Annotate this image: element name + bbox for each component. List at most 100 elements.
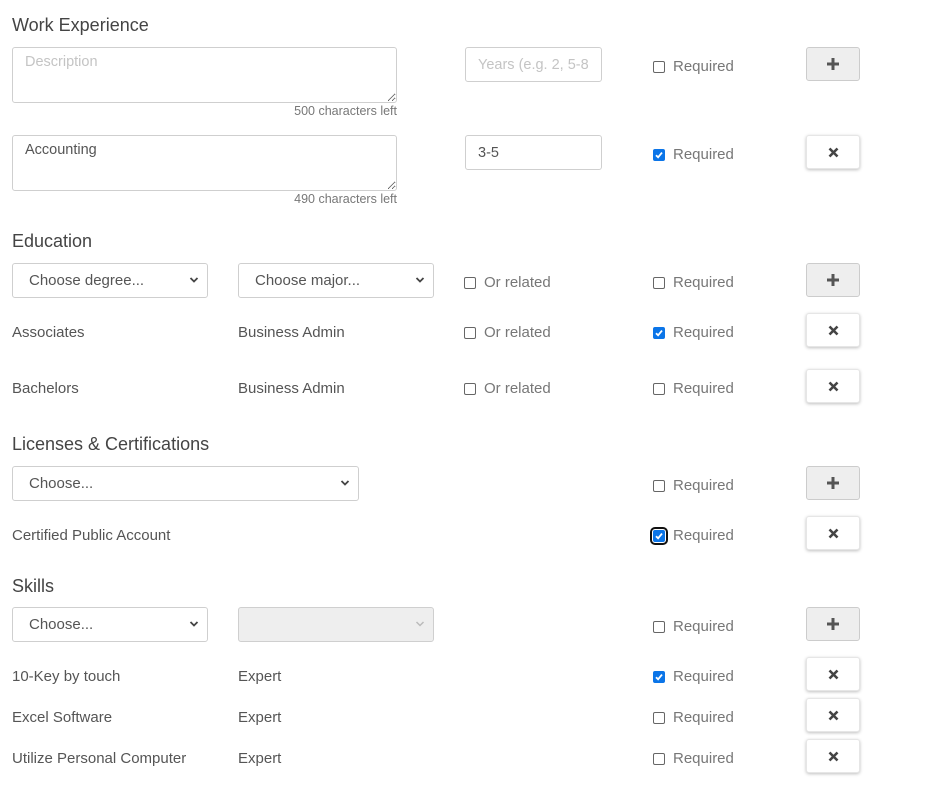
plus-icon [827, 477, 839, 489]
char-counter: 500 characters left [294, 104, 397, 118]
checkbox[interactable] [653, 60, 665, 73]
add-license-button[interactable] [806, 466, 860, 500]
license-required-checkbox-new[interactable]: Required [653, 477, 734, 494]
section-title-education: Education [12, 231, 93, 251]
checkbox-label: Or related [484, 324, 551, 341]
add-work-experience-button[interactable] [806, 47, 860, 81]
work-required-checkbox[interactable]: Required [653, 146, 734, 163]
license-required-checkbox[interactable]: Required [650, 526, 734, 545]
checkbox[interactable] [653, 752, 665, 765]
checkbox[interactable] [653, 382, 665, 395]
checkbox-label: Required [673, 527, 734, 544]
skill-level-select [238, 607, 434, 642]
select-value: Choose major... [255, 272, 361, 289]
plus-icon [827, 58, 839, 70]
chevron-down-icon [415, 621, 425, 627]
checkbox[interactable] [653, 326, 665, 339]
skill-required-checkbox-new[interactable]: Required [653, 618, 734, 635]
add-skill-button[interactable] [806, 607, 860, 641]
close-icon [828, 528, 838, 538]
checkbox[interactable] [653, 276, 665, 289]
checkbox-label: Required [673, 380, 734, 397]
major-name: Business Admin [238, 380, 345, 397]
skill-select[interactable]: Choose... [12, 607, 208, 642]
section-title-work-experience: Work Experience [12, 15, 149, 35]
license-name: Certified Public Account [12, 527, 171, 544]
add-education-button[interactable] [806, 263, 860, 297]
checkbox[interactable] [464, 326, 476, 339]
checkbox-label: Or related [484, 274, 551, 291]
checkbox[interactable] [650, 526, 668, 545]
checkbox-label: Required [673, 274, 734, 291]
checkbox-label: Required [673, 477, 734, 494]
close-icon [828, 147, 838, 157]
select-value: Choose degree... [29, 272, 145, 289]
remove-skill-button[interactable] [806, 657, 860, 691]
check-icon [655, 532, 663, 540]
remove-education-button[interactable] [806, 369, 860, 403]
skill-level: Expert [238, 709, 282, 726]
work-description-input[interactable] [12, 135, 397, 191]
remove-education-button[interactable] [806, 313, 860, 347]
plus-icon [827, 274, 839, 286]
education-required-checkbox[interactable]: Required [653, 380, 734, 397]
skill-name: Utilize Personal Computer [12, 750, 187, 767]
close-icon [828, 381, 838, 391]
checkbox[interactable] [653, 711, 665, 724]
chevron-down-icon [415, 277, 425, 283]
section-title-skills: Skills [12, 576, 55, 596]
major-select[interactable]: Choose major... [238, 263, 434, 298]
checkbox-label: Required [673, 618, 734, 635]
remove-work-experience-button[interactable] [806, 135, 860, 169]
close-icon [828, 325, 838, 335]
education-required-checkbox-new[interactable]: Required [653, 274, 734, 291]
or-related-checkbox-new[interactable]: Or related [464, 274, 551, 291]
work-years-input[interactable] [465, 135, 602, 170]
skill-required-checkbox[interactable]: Required [653, 750, 734, 767]
checkbox-label: Required [673, 58, 734, 75]
major-name: Business Admin [238, 324, 345, 341]
char-counter: 490 characters left [294, 192, 397, 206]
degree-name: Bachelors [12, 380, 79, 397]
remove-license-button[interactable] [806, 516, 860, 550]
skill-required-checkbox[interactable]: Required [653, 709, 734, 726]
remove-skill-button[interactable] [806, 739, 860, 773]
close-icon [828, 669, 838, 679]
chevron-down-icon [189, 277, 199, 283]
check-icon [655, 673, 663, 681]
checkbox-label: Required [673, 324, 734, 341]
remove-skill-button[interactable] [806, 698, 860, 732]
degree-select[interactable]: Choose degree... [12, 263, 208, 298]
checkbox[interactable] [464, 276, 476, 289]
skill-name: Excel Software [12, 709, 113, 726]
degree-name: Associates [12, 324, 85, 341]
education-required-checkbox[interactable]: Required [653, 324, 734, 341]
or-related-checkbox[interactable]: Or related [464, 380, 551, 397]
checkbox[interactable] [464, 382, 476, 395]
chevron-down-icon [340, 480, 350, 486]
select-value: Choose... [29, 475, 94, 492]
skill-level: Expert [238, 750, 282, 767]
checkbox-label: Required [673, 709, 734, 726]
license-select[interactable]: Choose... [12, 466, 359, 501]
checkbox[interactable] [653, 479, 665, 492]
or-related-checkbox[interactable]: Or related [464, 324, 551, 341]
checkbox-label: Required [673, 668, 734, 685]
work-description-input[interactable] [12, 47, 397, 103]
work-required-checkbox-new[interactable]: Required [653, 58, 734, 75]
check-icon [655, 329, 663, 337]
work-years-input[interactable] [465, 47, 602, 82]
close-icon [828, 751, 838, 761]
checkbox-label: Required [673, 750, 734, 767]
select-value: Choose... [29, 616, 94, 633]
close-icon [828, 710, 838, 720]
checkbox[interactable] [653, 620, 665, 633]
skill-required-checkbox[interactable]: Required [653, 668, 734, 685]
check-icon [655, 151, 663, 159]
checkbox-label: Or related [484, 380, 551, 397]
checkbox[interactable] [653, 670, 665, 683]
skill-level: Expert [238, 668, 282, 685]
section-title-licenses: Licenses & Certifications [12, 434, 210, 454]
plus-icon [827, 618, 839, 630]
checkbox[interactable] [653, 148, 665, 161]
